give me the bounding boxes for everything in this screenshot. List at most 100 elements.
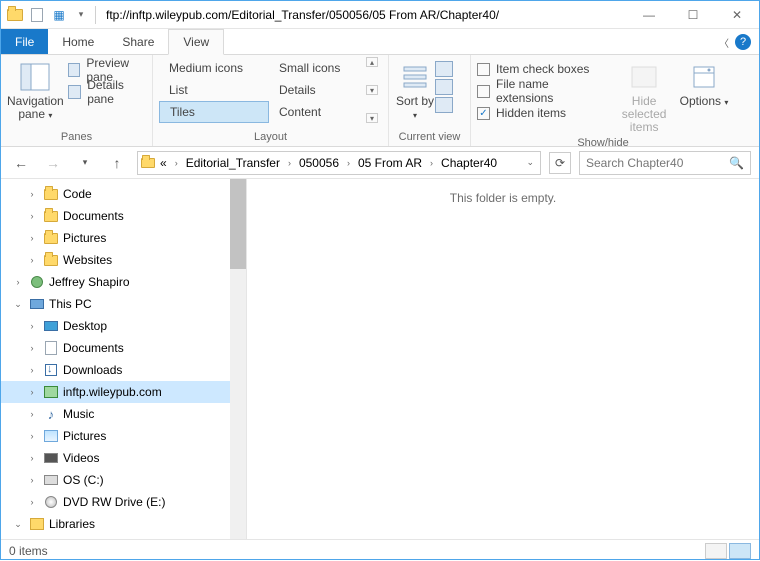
- tree-pictures-2[interactable]: ›Pictures: [1, 425, 246, 447]
- tree-music[interactable]: ›Music: [1, 403, 246, 425]
- details-pane-icon: [68, 85, 82, 99]
- layout-details[interactable]: Details: [269, 79, 364, 101]
- status-bar: 0 items: [1, 539, 759, 561]
- ribbon: Navigation pane ▾ Preview pane Details p…: [1, 55, 759, 147]
- address-bar-dropdown-icon[interactable]: ⌄: [522, 157, 538, 168]
- tree-downloads[interactable]: ›Downloads: [1, 359, 246, 381]
- tree-user[interactable]: ›Jeffrey Shapiro: [1, 271, 246, 293]
- disk-icon: [43, 472, 59, 488]
- layout-scroll[interactable]: ▴▾▾: [366, 57, 378, 123]
- maximize-button[interactable]: ☐: [671, 1, 715, 29]
- up-button[interactable]: ↑: [105, 151, 129, 175]
- tree-this-pc[interactable]: ⌄This PC: [1, 293, 246, 315]
- menu-home[interactable]: Home: [48, 29, 108, 54]
- libraries-icon: [29, 516, 45, 532]
- search-placeholder: Search Chapter40: [586, 156, 683, 170]
- file-name-extensions-toggle[interactable]: File name extensions: [477, 81, 609, 101]
- sort-by-icon: [399, 61, 431, 93]
- minimize-button[interactable]: —: [627, 1, 671, 29]
- show-hide-group-label: Show/hide: [477, 135, 729, 152]
- statusbar-tiles-view-button[interactable]: [729, 543, 751, 559]
- breadcrumb-2[interactable]: 050056›: [295, 156, 354, 170]
- tree-os-c[interactable]: ›OS (C:): [1, 469, 246, 491]
- qat-customize-icon[interactable]: ▾: [71, 5, 91, 25]
- breadcrumb-1[interactable]: Editorial_Transfer›: [182, 156, 295, 170]
- hide-selected-icon: [628, 61, 660, 93]
- folder-icon: [43, 208, 59, 224]
- hide-selected-items-button: Hide selected items: [615, 57, 673, 135]
- navigation-pane-button[interactable]: Navigation pane ▾: [7, 57, 64, 121]
- details-pane-button[interactable]: Details pane: [64, 81, 146, 103]
- tree-code[interactable]: ›Code: [1, 183, 246, 205]
- tree-libraries[interactable]: ⌄Libraries: [1, 513, 246, 535]
- options-button[interactable]: Options ▾: [679, 57, 729, 108]
- address-bar-row: ← → ▾ ↑ «› Editorial_Transfer› 050056› 0…: [1, 147, 759, 179]
- search-box[interactable]: Search Chapter40 🔍: [579, 151, 751, 175]
- dvd-icon: [43, 494, 59, 510]
- navigation-tree[interactable]: ›Code ›Documents ›Pictures ›Websites ›Je…: [1, 179, 247, 539]
- options-icon: [688, 61, 720, 93]
- breadcrumb-3[interactable]: 05 From AR›: [354, 156, 437, 170]
- size-columns-icon[interactable]: [435, 97, 453, 113]
- tree-documents[interactable]: ›Documents: [1, 205, 246, 227]
- item-check-boxes-toggle[interactable]: Item check boxes: [477, 59, 609, 79]
- collapse-ribbon-icon[interactable]: 〈: [719, 35, 729, 50]
- recent-locations-button[interactable]: ▾: [73, 151, 97, 175]
- menu-bar: File Home Share View 〈 ?: [1, 29, 759, 55]
- folder-icon: [43, 230, 59, 246]
- sort-by-label: Sort by ▾: [395, 95, 435, 121]
- music-icon: [43, 406, 59, 422]
- layout-list[interactable]: List: [159, 79, 269, 101]
- camera-roll-icon: [43, 538, 59, 539]
- back-button[interactable]: ←: [9, 151, 33, 175]
- preview-pane-icon: [68, 63, 81, 77]
- search-icon: 🔍: [729, 156, 744, 170]
- qat-newfolder-icon[interactable]: ▦: [49, 5, 69, 25]
- qat-properties-icon[interactable]: [27, 5, 47, 25]
- options-label: Options ▾: [680, 95, 729, 108]
- tree-camera-roll[interactable]: ›Camera Roll: [1, 535, 246, 539]
- group-by-icon[interactable]: [435, 61, 453, 77]
- layout-small-icons[interactable]: Small icons: [269, 57, 364, 79]
- user-icon: [29, 274, 45, 290]
- downloads-icon: [43, 362, 59, 378]
- address-bar[interactable]: «› Editorial_Transfer› 050056› 05 From A…: [137, 151, 541, 175]
- tree-ftp-server[interactable]: ›inftp.wileypub.com: [1, 381, 246, 403]
- layout-medium-icons[interactable]: Medium icons: [159, 57, 269, 79]
- hidden-items-toggle[interactable]: ✓Hidden items: [477, 103, 609, 123]
- content-pane: This folder is empty.: [247, 179, 759, 539]
- status-item-count: 0 items: [9, 544, 48, 558]
- videos-icon: [43, 450, 59, 466]
- server-icon: [43, 384, 59, 400]
- layout-content[interactable]: Content: [269, 101, 364, 123]
- layout-tiles[interactable]: Tiles: [159, 101, 269, 123]
- tree-pictures[interactable]: ›Pictures: [1, 227, 246, 249]
- breadcrumb-4[interactable]: Chapter40: [437, 156, 501, 170]
- sort-by-button[interactable]: Sort by ▾: [395, 57, 435, 121]
- navigation-pane-label: Navigation pane ▾: [7, 95, 64, 121]
- menu-share[interactable]: Share: [108, 29, 168, 54]
- panes-group-label: Panes: [7, 129, 146, 146]
- menu-file[interactable]: File: [1, 29, 48, 54]
- tree-dvd-drive[interactable]: ›DVD RW Drive (E:): [1, 491, 246, 513]
- breadcrumb-overflow[interactable]: «›: [156, 156, 182, 170]
- menu-view[interactable]: View: [168, 29, 224, 55]
- help-icon[interactable]: ?: [735, 34, 751, 50]
- tree-scrollbar[interactable]: [230, 179, 246, 539]
- tree-videos[interactable]: ›Videos: [1, 447, 246, 469]
- tree-websites[interactable]: ›Websites: [1, 249, 246, 271]
- empty-folder-label: This folder is empty.: [450, 191, 556, 205]
- statusbar-details-view-button[interactable]: [705, 543, 727, 559]
- forward-button: →: [41, 151, 65, 175]
- pc-icon: [29, 296, 45, 312]
- refresh-button[interactable]: ⟳: [549, 152, 571, 174]
- close-button[interactable]: ✕: [715, 1, 759, 29]
- add-columns-icon[interactable]: [435, 79, 453, 95]
- app-icon: [5, 5, 25, 25]
- tree-documents-2[interactable]: ›Documents: [1, 337, 246, 359]
- documents-icon: [43, 340, 59, 356]
- window-title: ftp://inftp.wileypub.com/Editorial_Trans…: [102, 8, 499, 22]
- navigation-pane-icon: [19, 61, 51, 93]
- tree-desktop[interactable]: ›Desktop: [1, 315, 246, 337]
- title-bar: ▦ ▾ ftp://inftp.wileypub.com/Editorial_T…: [1, 1, 759, 29]
